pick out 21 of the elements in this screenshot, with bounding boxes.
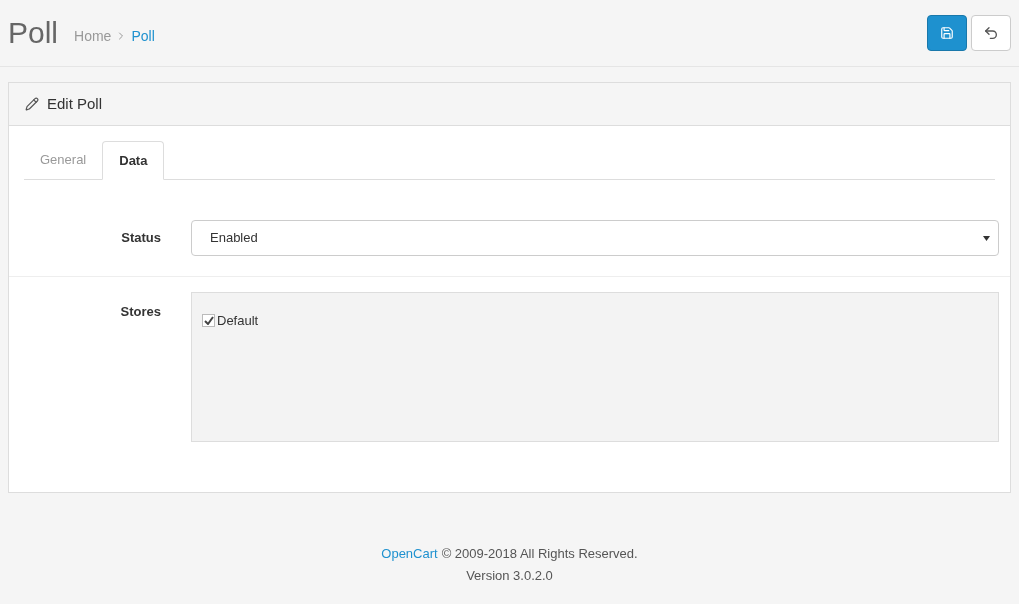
undo-arrow-icon [983, 25, 999, 41]
tab[interactable]: Data [102, 141, 165, 180]
tab[interactable]: General [24, 141, 103, 179]
status-select[interactable]: Enabled [191, 220, 999, 256]
store-label: Default [217, 312, 259, 330]
save-icon [940, 26, 954, 40]
save-button[interactable] [927, 15, 967, 51]
breadcrumb-link[interactable]: Home [74, 26, 112, 46]
pencil-icon [25, 97, 39, 111]
version-text: Version 3.0.2.0 [466, 567, 553, 585]
field-label: Stores [119, 303, 162, 321]
field-label: Status [120, 229, 162, 248]
checkbox[interactable] [202, 314, 215, 328]
page-title: Poll [8, 18, 59, 48]
checkmark-icon [203, 316, 214, 326]
copyright-text: © 2009-2018 All Rights Reserved. [441, 545, 638, 563]
panel-title: Edit Poll [47, 93, 103, 114]
caret-down-icon [983, 235, 990, 241]
back-button[interactable] [971, 15, 1011, 51]
breadcrumb-link[interactable]: Poll [131, 26, 155, 46]
footer-link[interactable]: OpenCart [381, 543, 438, 565]
